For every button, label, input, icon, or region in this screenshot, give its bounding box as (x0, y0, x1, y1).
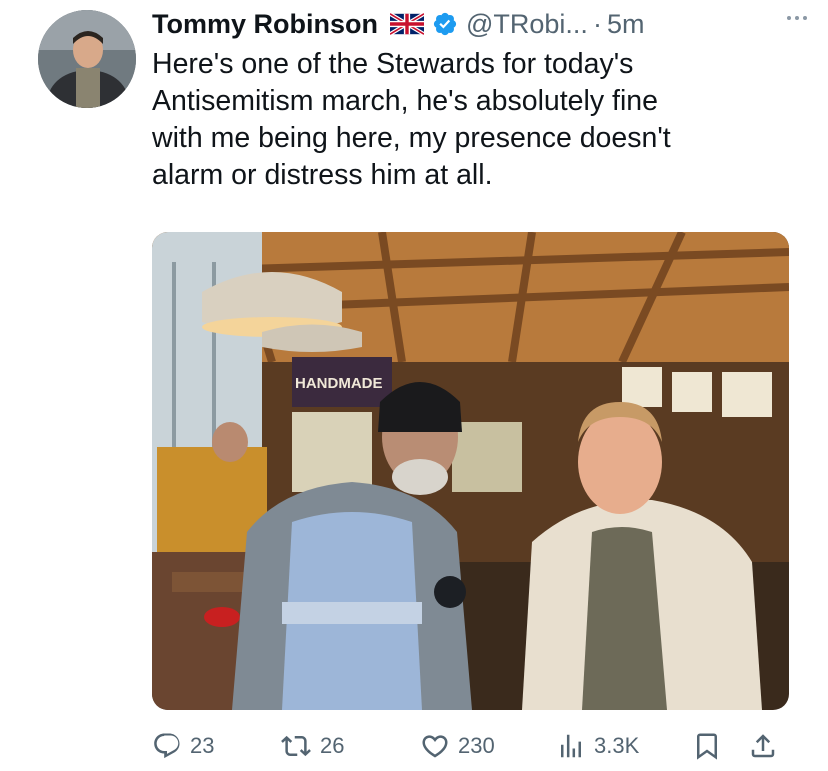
tweet-photo[interactable]: HANDMADE (152, 232, 789, 710)
tweet-text-line: Here's one of the Stewards for today's (152, 48, 634, 80)
like-count: 230 (458, 733, 495, 758)
more-options-icon[interactable] (782, 8, 812, 28)
reply-button[interactable]: 23 (152, 726, 214, 766)
tweet-text: Here's one of the Stewards for today's A… (152, 46, 792, 194)
share-button[interactable] (748, 726, 778, 766)
author-name[interactable]: Tommy Robinson (152, 9, 378, 40)
like-button[interactable]: 230 (420, 726, 495, 766)
avatar-image (38, 10, 136, 108)
uk-flag-icon (388, 12, 426, 36)
repost-icon (281, 735, 311, 757)
bookmark-icon (697, 733, 717, 760)
verified-badge-icon (432, 11, 458, 37)
analytics-icon (561, 734, 581, 758)
views-count: 3.3K (594, 733, 640, 758)
reply-count: 23 (190, 733, 215, 758)
timestamp[interactable]: 5m (607, 9, 645, 40)
share-icon (751, 734, 775, 758)
author-handle[interactable]: @TRobi... (466, 9, 588, 40)
bookmark-button[interactable] (692, 726, 722, 766)
tweet-text-line: Antisemitism march, he's absolutely fine (152, 85, 658, 117)
separator: · (592, 8, 602, 39)
tweet-text-line: alarm or distress him at all. (152, 159, 493, 191)
reply-icon (154, 733, 180, 759)
photo-illustration: HANDMADE (152, 232, 789, 710)
sign-text: HANDMADE (295, 375, 383, 392)
tweet-actions: 23 26 230 3.3K (152, 726, 792, 766)
avatar[interactable] (38, 10, 136, 108)
repost-button[interactable]: 26 (280, 726, 344, 766)
heart-icon (422, 735, 448, 758)
tweet-header: Tommy Robinson @TRobi... · 5m (152, 4, 814, 44)
repost-count: 26 (320, 733, 345, 758)
views-button[interactable]: 3.3K (556, 726, 639, 766)
tweet-text-line: with me being here, my presence doesn't (152, 122, 671, 154)
